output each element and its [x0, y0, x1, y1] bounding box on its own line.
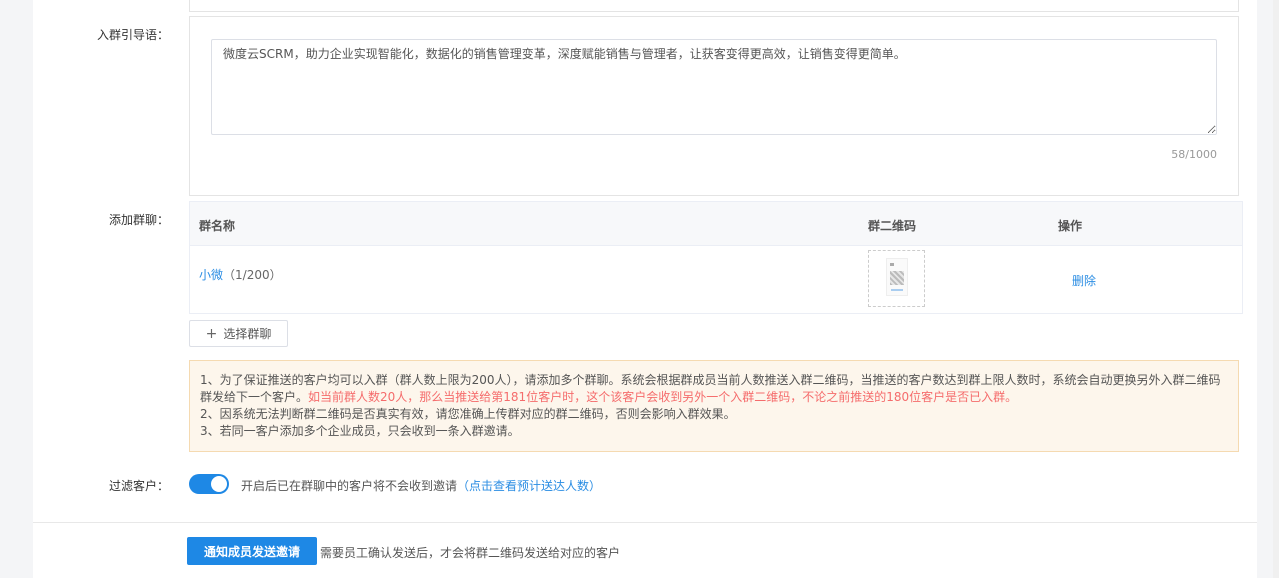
- select-group-button[interactable]: + 选择群聊: [189, 320, 288, 347]
- group-notice: 1、为了保证推送的客户均可以入群（群人数上限为200人），请添加多个群聊。系统会…: [189, 360, 1239, 452]
- view-estimated-reach-link[interactable]: （点击查看预计送达人数）: [457, 479, 601, 493]
- guide-char-counter: 58/1000: [1171, 148, 1217, 161]
- groups-table: 群名称 群二维码 操作 小微（1/200） 删除: [189, 201, 1243, 314]
- table-header: 群名称 群二维码 操作: [190, 202, 1242, 246]
- guide-label: 入群引导语：: [96, 28, 169, 42]
- notice-line-2: 2、因系统无法判断群二维码是否真实有效，请您准确上传群对应的群二维码，否则会影响…: [200, 407, 736, 421]
- previous-field-box: [189, 0, 1239, 12]
- group-member-count: （1/200）: [223, 268, 282, 282]
- guide-textarea[interactable]: 微度云SCRM，助力企业实现智能化，数据化的销售管理变革，深度赋能销售与管理者，…: [211, 39, 1217, 135]
- groups-label: 添加群聊：: [108, 213, 169, 227]
- column-actions: 操作: [1058, 219, 1083, 233]
- filter-customers-toggle[interactable]: [189, 474, 229, 494]
- form-page: 入群引导语： 微度云SCRM，助力企业实现智能化，数据化的销售管理变革，深度赋能…: [33, 0, 1257, 578]
- notice-line-1: 1、为了保证推送的客户均可以入群（群人数上限为200人），请添加多个群聊。系统会…: [200, 373, 1221, 404]
- notice-line-3: 3、若同一客户添加多个企业成员，只会收到一条入群邀请。: [200, 424, 520, 438]
- notify-members-button[interactable]: 通知成员发送邀请: [187, 537, 317, 565]
- select-group-label: 选择群聊: [223, 327, 272, 341]
- column-group-name: 群名称: [199, 219, 236, 233]
- group-qrcode-thumbnail[interactable]: [868, 250, 925, 307]
- toggle-knob: [211, 476, 227, 492]
- filter-label: 过滤客户：: [108, 479, 169, 493]
- submit-hint: 需要员工确认发送后，才会将群二维码发送给对应的客户: [320, 546, 621, 560]
- column-group-qrcode: 群二维码: [868, 219, 917, 233]
- guide-box: 微度云SCRM，助力企业实现智能化，数据化的销售管理变革，深度赋能销售与管理者，…: [189, 16, 1239, 196]
- group-name-link[interactable]: 小微（1/200）: [199, 266, 282, 283]
- page-scrollbar[interactable]: [1273, 0, 1279, 578]
- section-divider: [33, 522, 1257, 523]
- qrcode-icon: [890, 271, 904, 285]
- plus-icon: +: [205, 325, 218, 342]
- qrcode-image: [886, 258, 908, 296]
- delete-group-button[interactable]: 删除: [1072, 272, 1096, 289]
- notice-warning-text: 如当前群人数20人，那么当推送给第181位客户时，这个该客户会收到另外一个入群二…: [308, 390, 1018, 404]
- filter-description: 开启后已在群聊中的客户将不会收到邀请（点击查看预计送达人数）: [241, 479, 602, 493]
